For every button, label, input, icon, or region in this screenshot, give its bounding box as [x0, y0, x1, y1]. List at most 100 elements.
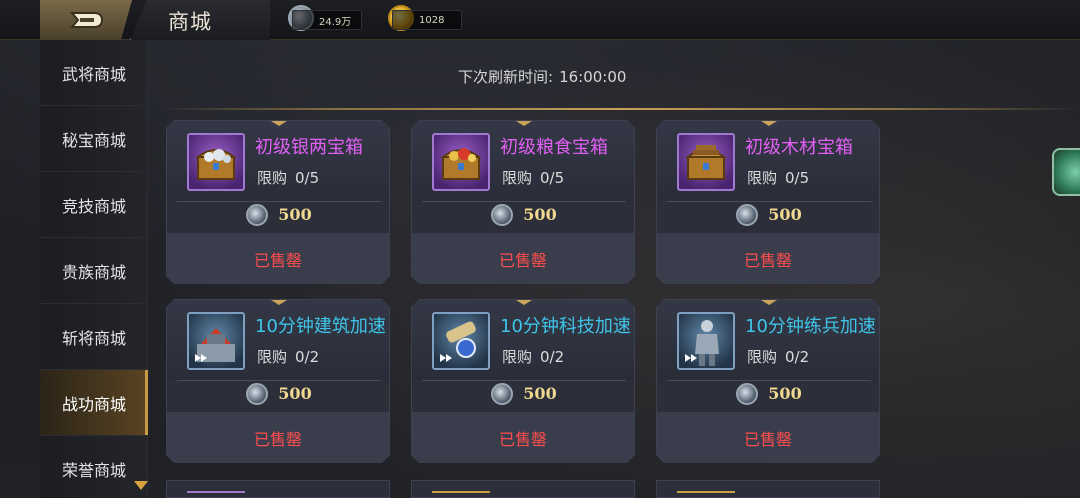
limit-label: 限购: [502, 348, 533, 366]
gold-amount-value: 1028: [419, 14, 445, 26]
limit-count: 0/2: [785, 348, 810, 366]
price-row: 500: [667, 380, 871, 406]
sidebar-item-label: 竞技商城: [61, 196, 126, 216]
card-notch: [271, 300, 287, 305]
back-button[interactable]: [40, 0, 132, 40]
sidebar-item-noble-shop[interactable]: 贵族商城: [40, 238, 148, 304]
price-row: 500: [667, 201, 871, 227]
sidebar-item-label: 武将商城: [61, 64, 126, 84]
price-row: 500: [422, 380, 626, 406]
sold-out-button[interactable]: 已售罄: [412, 233, 634, 285]
item-name: 初级木材宝箱: [745, 137, 853, 158]
price: 500: [278, 205, 312, 224]
refresh-label: 下次刷新时间:: [458, 68, 554, 86]
shop-item-card-partial[interactable]: [166, 480, 390, 498]
purchase-limit: 限购 0/2: [747, 346, 809, 367]
item-thumbnail-partial: [432, 491, 490, 498]
card-notch: [271, 121, 287, 126]
food-chest-icon: [432, 133, 490, 191]
price-row: 500: [177, 380, 381, 406]
merit-coin-icon: [491, 383, 513, 405]
limit-label: 限购: [747, 348, 778, 366]
sold-out-label: 已售罄: [253, 430, 302, 449]
item-name: 10分钟建筑加速: [255, 316, 386, 337]
silver-amount: 24.9万: [292, 10, 362, 30]
sold-out-button[interactable]: 已售罄: [167, 233, 389, 285]
item-name: 初级粮食宝箱: [500, 137, 608, 158]
purchase-limit: 限购 0/5: [502, 167, 564, 188]
sold-out-label: 已售罄: [743, 251, 792, 270]
refresh-time: 16:00:00: [559, 68, 627, 86]
price: 500: [278, 384, 312, 403]
sold-out-button[interactable]: 已售罄: [167, 412, 389, 464]
purchase-limit: 限购 0/2: [502, 346, 564, 367]
gold-amount: 1028: [392, 10, 462, 30]
back-arrow-icon: [66, 9, 106, 31]
price-row: 500: [177, 201, 381, 227]
limit-count: 0/2: [295, 348, 320, 366]
merit-coin-icon: [736, 383, 758, 405]
limit-label: 限购: [257, 169, 288, 187]
sold-out-label: 已售罄: [498, 251, 547, 270]
tech-speedup-icon: [432, 312, 490, 370]
sidebar-item-label: 秘宝商城: [61, 130, 126, 150]
side-menu-toggle-icon[interactable]: [1052, 148, 1080, 196]
sidebar-item-general-shop[interactable]: 武将商城: [40, 40, 148, 106]
limit-count: 0/2: [540, 348, 565, 366]
item-thumbnail-partial: [187, 491, 245, 498]
item-name: 初级银两宝箱: [255, 137, 363, 158]
purchase-limit: 限购 0/5: [747, 167, 809, 188]
card-notch: [516, 121, 532, 126]
sidebar-item-label: 斩将商城: [61, 328, 126, 348]
shop-item-card[interactable]: 10分钟建筑加速 限购 0/2 500 已售罄: [166, 299, 390, 463]
shop-item-card-partial[interactable]: [411, 480, 635, 498]
price: 500: [523, 205, 557, 224]
silver-chest-icon: [187, 133, 245, 191]
purchase-limit: 限购 0/2: [257, 346, 319, 367]
sidebar: 武将商城 秘宝商城 竞技商城 贵族商城 斩将商城 战功商城 荣誉商城: [40, 40, 148, 498]
sold-out-button[interactable]: 已售罄: [657, 412, 879, 464]
merit-coin-icon: [246, 204, 268, 226]
refresh-timer: 下次刷新时间: 16:00:00: [458, 66, 626, 87]
sold-out-label: 已售罄: [743, 430, 792, 449]
item-name: 10分钟练兵加速: [745, 316, 876, 337]
price: 500: [523, 384, 557, 403]
page-title: 商城: [168, 10, 212, 34]
sidebar-item-label: 荣誉商城: [61, 460, 126, 480]
wood-chest-icon: [677, 133, 735, 191]
training-speedup-icon: [677, 312, 735, 370]
shop-item-card[interactable]: 10分钟科技加速 限购 0/2 500 已售罄: [411, 299, 635, 463]
limit-label: 限购: [747, 169, 778, 187]
sidebar-item-treasure-shop[interactable]: 秘宝商城: [40, 106, 148, 172]
merit-coin-icon: [491, 204, 513, 226]
card-notch: [761, 300, 777, 305]
limit-count: 0/5: [295, 169, 320, 187]
shop-item-card[interactable]: 初级粮食宝箱 限购 0/5 500 已售罄: [411, 120, 635, 284]
building-speedup-icon: [187, 312, 245, 370]
card-notch: [516, 300, 532, 305]
item-name: 10分钟科技加速: [500, 316, 631, 337]
sidebar-item-merit-shop[interactable]: 战功商城: [40, 370, 148, 436]
sold-out-button[interactable]: 已售罄: [657, 233, 879, 285]
price-row: 500: [422, 201, 626, 227]
sidebar-item-label: 贵族商城: [61, 262, 126, 282]
sold-out-label: 已售罄: [253, 251, 302, 270]
sold-out-label: 已售罄: [498, 430, 547, 449]
sidebar-item-slay-shop[interactable]: 斩将商城: [40, 304, 148, 370]
shop-item-card[interactable]: 10分钟练兵加速 限购 0/2 500 已售罄: [656, 299, 880, 463]
purchase-limit: 限购 0/5: [257, 167, 319, 188]
limit-label: 限购: [257, 348, 288, 366]
limit-count: 0/5: [785, 169, 810, 187]
merit-coin-icon: [736, 204, 758, 226]
silver-amount-value: 24.9万: [319, 16, 352, 28]
sold-out-button[interactable]: 已售罄: [412, 412, 634, 464]
limit-count: 0/5: [540, 169, 565, 187]
sidebar-item-honor-shop[interactable]: 荣誉商城: [40, 436, 148, 498]
shop-item-card-partial[interactable]: [656, 480, 880, 498]
shop-item-card[interactable]: 初级银两宝箱 限购 0/5 500 已售罄: [166, 120, 390, 284]
merit-coin-icon: [246, 383, 268, 405]
sidebar-item-arena-shop[interactable]: 竞技商城: [40, 172, 148, 238]
scroll-down-arrow-icon[interactable]: [134, 481, 148, 490]
shop-item-card[interactable]: 初级木材宝箱 限购 0/5 500 已售罄: [656, 120, 880, 284]
card-notch: [761, 121, 777, 126]
